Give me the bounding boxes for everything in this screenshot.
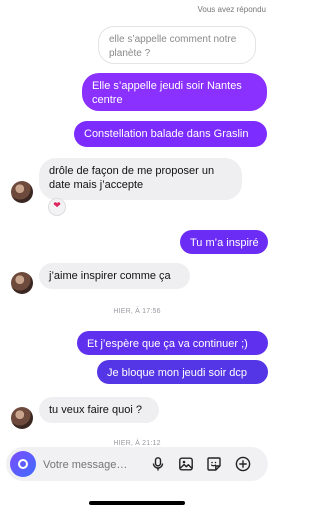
message-bubble-outgoing[interactable]: Et j’espère que ça va continuer ;) — [77, 331, 268, 355]
plus-icon[interactable] — [235, 456, 251, 472]
reply-meta: Vous avez répondu — [197, 5, 267, 14]
avatar[interactable] — [11, 181, 33, 203]
message-bubble-outgoing[interactable]: Je bloque mon jeudi soir dcp — [97, 360, 268, 384]
message-bubble-outgoing[interactable]: Tu m’a inspiré — [180, 230, 268, 254]
message-bubble-incoming[interactable]: drôle de façon de me proposer un date ma… — [39, 158, 242, 200]
message-composer[interactable] — [6, 447, 268, 481]
message-bubble-outgoing[interactable]: Constellation balade dans Graslin — [74, 121, 267, 147]
home-indicator[interactable] — [89, 501, 185, 505]
timestamp: HIER, À 17:56 — [113, 308, 161, 315]
message-input[interactable] — [41, 455, 145, 475]
avatar[interactable] — [11, 272, 33, 294]
quoted-message[interactable]: elle s’appelle comment notre planète ? — [98, 26, 256, 64]
avatar[interactable] — [11, 407, 33, 429]
message-bubble-outgoing[interactable]: Elle s’appelle jeudi soir Nantes centre — [82, 73, 267, 111]
message-bubble-incoming[interactable]: j’aime inspirer comme ça — [39, 263, 190, 289]
gallery-icon[interactable] — [178, 456, 194, 472]
heart-reaction-icon[interactable]: ❤ — [48, 198, 66, 216]
camera-icon[interactable] — [10, 451, 36, 477]
timestamp: HIER, À 21:12 — [113, 440, 161, 447]
microphone-icon[interactable] — [150, 456, 166, 472]
sticker-icon[interactable] — [206, 456, 222, 472]
message-bubble-incoming[interactable]: tu veux faire quoi ? — [39, 397, 159, 423]
